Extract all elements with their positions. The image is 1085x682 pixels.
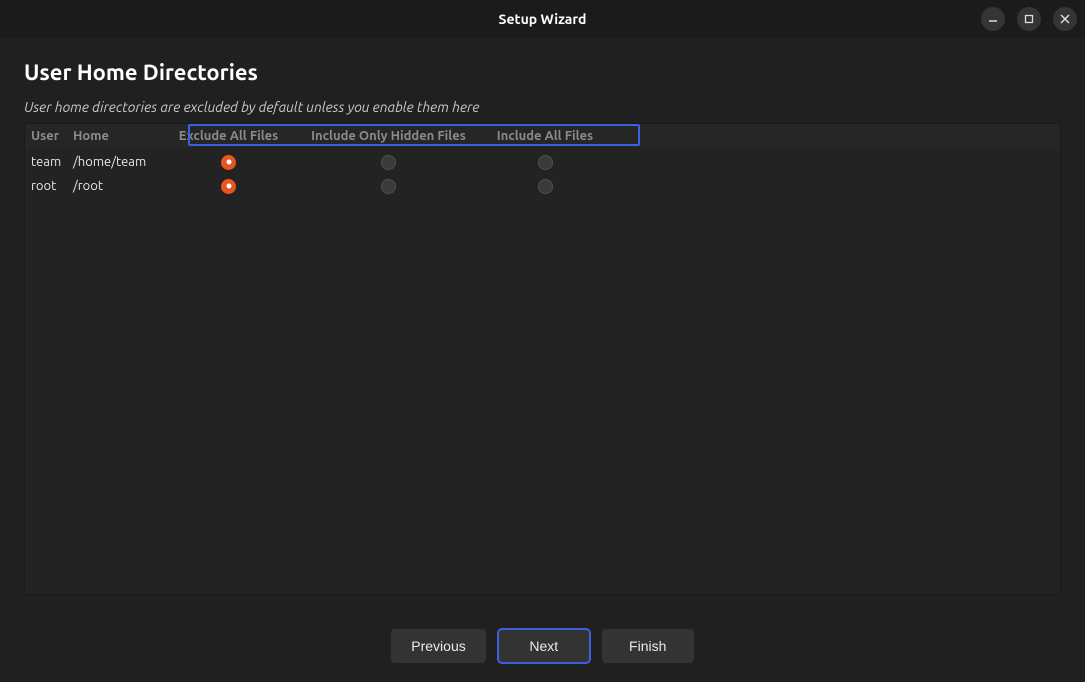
include-radio[interactable] xyxy=(538,155,553,170)
cell-hidden xyxy=(294,179,483,194)
exclude-radio[interactable] xyxy=(221,155,236,170)
minimize-icon xyxy=(988,14,998,24)
close-button[interactable] xyxy=(1053,7,1077,31)
cell-include xyxy=(483,179,607,194)
hidden-radio[interactable] xyxy=(381,179,396,194)
next-button[interactable]: Next xyxy=(497,628,591,664)
table-header: User Home Exclude All Files Include Only… xyxy=(25,124,1060,148)
user-home-table: User Home Exclude All Files Include Only… xyxy=(24,123,1061,595)
page-title: User Home Directories xyxy=(24,60,1061,85)
column-header-include[interactable]: Include All Files xyxy=(483,129,607,143)
finish-button[interactable]: Finish xyxy=(601,628,695,664)
maximize-button[interactable] xyxy=(1017,7,1041,31)
column-header-home[interactable]: Home xyxy=(71,129,163,143)
minimize-button[interactable] xyxy=(981,7,1005,31)
window-controls xyxy=(981,7,1077,31)
page-subtitle: User home directories are excluded by de… xyxy=(24,99,1061,115)
table-row: root/root xyxy=(25,174,1060,198)
table-body: team/home/teamroot/root xyxy=(25,148,1060,198)
cell-include xyxy=(483,155,607,170)
wizard-footer: Previous Next Finish xyxy=(0,628,1085,664)
include-radio[interactable] xyxy=(538,179,553,194)
column-header-exclude[interactable]: Exclude All Files xyxy=(163,129,294,143)
close-icon xyxy=(1060,14,1070,24)
setup-wizard-window: Setup Wizard User Home Directories User … xyxy=(0,0,1085,682)
cell-exclude xyxy=(163,179,294,194)
cell-home: /root xyxy=(71,179,163,193)
hidden-radio[interactable] xyxy=(381,155,396,170)
previous-button[interactable]: Previous xyxy=(390,628,486,664)
exclude-radio[interactable] xyxy=(221,179,236,194)
cell-user: team xyxy=(25,155,71,169)
cell-home: /home/team xyxy=(71,155,163,169)
cell-hidden xyxy=(294,155,483,170)
table-row: team/home/team xyxy=(25,150,1060,174)
cell-user: root xyxy=(25,179,71,193)
window-title: Setup Wizard xyxy=(499,11,587,27)
column-header-user[interactable]: User xyxy=(25,129,71,143)
maximize-icon xyxy=(1024,14,1034,24)
column-header-hidden[interactable]: Include Only Hidden Files xyxy=(294,129,483,143)
titlebar: Setup Wizard xyxy=(0,0,1085,38)
cell-exclude xyxy=(163,155,294,170)
wizard-content: User Home Directories User home director… xyxy=(0,38,1085,595)
